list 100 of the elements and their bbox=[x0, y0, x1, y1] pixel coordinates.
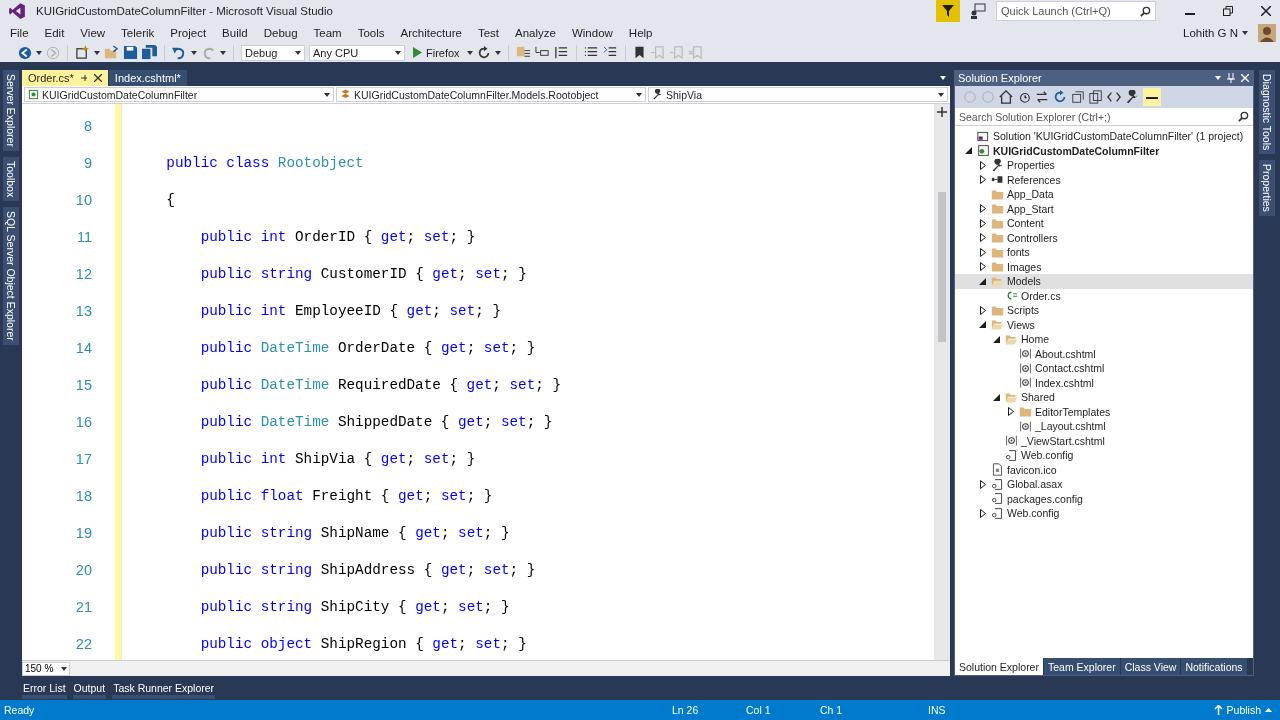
panel-tab[interactable]: Solution Explorer bbox=[955, 658, 1043, 675]
tree-item[interactable]: KUIGridCustomDateColumnFilter bbox=[955, 143, 1253, 158]
panel-tab[interactable]: Team Explorer bbox=[1043, 658, 1120, 675]
navigation-dropdown[interactable]: ShipVia bbox=[648, 87, 948, 102]
menu-item[interactable]: Project bbox=[162, 26, 215, 39]
scrollbar[interactable] bbox=[934, 104, 950, 660]
tree-item[interactable]: Images bbox=[955, 259, 1253, 274]
tree-item[interactable]: Web.config bbox=[955, 506, 1253, 521]
menu-item[interactable]: Help bbox=[620, 26, 661, 39]
close-icon[interactable] bbox=[93, 74, 102, 82]
expanded-arrow-icon[interactable] bbox=[993, 393, 1000, 401]
tree-item[interactable]: References bbox=[955, 172, 1253, 187]
find-in-files-icon[interactable] bbox=[515, 45, 531, 60]
tree-item[interactable]: _Layout.cshtml bbox=[955, 419, 1253, 434]
quick-launch-box[interactable]: Quick Launch (Ctrl+Q) bbox=[996, 1, 1156, 21]
avatar-icon[interactable] bbox=[1258, 23, 1276, 42]
collapsed-arrow-icon[interactable] bbox=[1007, 407, 1014, 417]
search-icon[interactable] bbox=[1140, 5, 1151, 17]
feedback-icon[interactable] bbox=[970, 3, 986, 19]
expanded-arrow-icon[interactable] bbox=[979, 277, 986, 285]
document-tab[interactable]: Index.cshtml* bbox=[108, 70, 187, 86]
menu-item[interactable]: Telerik bbox=[113, 26, 163, 39]
collapse-all-icon[interactable] bbox=[1071, 90, 1085, 104]
show-all-files-icon[interactable] bbox=[1089, 90, 1103, 104]
caret-icon[interactable] bbox=[1215, 76, 1221, 80]
menu-item[interactable]: Team bbox=[305, 26, 350, 39]
home-icon[interactable] bbox=[999, 90, 1013, 104]
expanded-arrow-icon[interactable] bbox=[993, 335, 1000, 343]
menu-item[interactable]: Tools bbox=[349, 26, 393, 39]
sync-icon[interactable] bbox=[1035, 90, 1049, 104]
side-tab[interactable]: Properties bbox=[1259, 160, 1275, 217]
tree-item[interactable]: Content bbox=[955, 216, 1253, 231]
split-icon[interactable] bbox=[937, 107, 947, 117]
platform-dropdown[interactable]: Any CPU bbox=[309, 44, 405, 61]
publish-button[interactable]: Publish bbox=[1213, 704, 1272, 716]
caret-icon[interactable] bbox=[940, 76, 946, 80]
tree-item[interactable]: EditorTemplates bbox=[955, 404, 1253, 419]
tree-item[interactable]: Global.asax bbox=[955, 477, 1253, 492]
tree-item[interactable]: _ViewStart.cshtml bbox=[955, 433, 1253, 448]
menu-item[interactable]: Analyze bbox=[507, 26, 564, 39]
zoom-dropdown[interactable]: 150 % bbox=[22, 661, 70, 676]
side-tab[interactable]: Server Explorer bbox=[3, 70, 19, 151]
tree-item[interactable]: Models bbox=[955, 274, 1253, 289]
menu-item[interactable]: View bbox=[72, 26, 114, 39]
tree-item[interactable]: App_Start bbox=[955, 201, 1253, 216]
expanded-arrow-icon[interactable] bbox=[965, 147, 972, 155]
tree-item[interactable]: Solution 'KUIGridCustomDateColumnFilter' (1 project) bbox=[955, 129, 1253, 144]
collapsed-arrow-icon[interactable] bbox=[979, 218, 986, 228]
tree-item[interactable]: Scripts bbox=[955, 303, 1253, 318]
collapsed-arrow-icon[interactable] bbox=[979, 204, 986, 214]
scrollbar-thumb[interactable] bbox=[938, 192, 946, 342]
menu-item[interactable]: File bbox=[2, 26, 37, 39]
document-tab[interactable]: Order.cs* bbox=[22, 70, 108, 86]
tree-item[interactable]: Order.cs bbox=[955, 288, 1253, 303]
menu-item[interactable]: Window bbox=[563, 26, 621, 39]
bookmark-icon[interactable] bbox=[632, 45, 646, 60]
collapsed-arrow-icon[interactable] bbox=[979, 160, 986, 170]
expanded-arrow-icon[interactable] bbox=[979, 321, 986, 329]
close-icon[interactable] bbox=[1261, 6, 1271, 16]
navigation-dropdown[interactable]: KUIGridCustomDateColumnFilter bbox=[24, 87, 334, 102]
tree-item[interactable]: fonts bbox=[955, 245, 1253, 260]
new-project-icon[interactable] bbox=[75, 45, 90, 60]
collapsed-arrow-icon[interactable] bbox=[979, 305, 986, 315]
tree-item[interactable]: Contact.cshtml bbox=[955, 361, 1253, 376]
menu-item[interactable]: Test bbox=[469, 26, 507, 39]
restore-icon[interactable] bbox=[1223, 6, 1233, 16]
side-tab[interactable]: SQL Server Object Explorer bbox=[3, 207, 19, 345]
collapsed-arrow-icon[interactable] bbox=[979, 247, 986, 257]
back-icon[interactable] bbox=[18, 45, 32, 60]
menu-item[interactable]: Architecture bbox=[392, 26, 470, 39]
collapsed-arrow-icon[interactable] bbox=[979, 233, 986, 243]
configuration-dropdown[interactable]: Debug bbox=[241, 44, 305, 61]
tree-item[interactable]: App_Data bbox=[955, 187, 1253, 202]
menu-item[interactable]: Edit bbox=[36, 26, 73, 39]
navigation-dropdown[interactable]: KUIGridCustomDateColumnFilter.Models.Rootobject bbox=[336, 87, 646, 102]
code-icon[interactable] bbox=[1107, 90, 1121, 104]
collapsed-arrow-icon[interactable] bbox=[979, 262, 986, 272]
panel-tab[interactable]: Notifications bbox=[1181, 658, 1247, 675]
search-icon[interactable] bbox=[1238, 111, 1249, 122]
wrench-icon[interactable] bbox=[1125, 90, 1139, 104]
save-icon[interactable] bbox=[123, 45, 138, 60]
tree-item[interactable]: Home bbox=[955, 332, 1253, 347]
tree-item[interactable]: Shared bbox=[955, 390, 1253, 405]
side-tab[interactable]: Diagnostic Tools bbox=[1259, 70, 1275, 155]
tree-item[interactable]: Web.config bbox=[955, 448, 1253, 463]
menu-item[interactable]: Debug bbox=[255, 26, 306, 39]
search-box[interactable]: Search Solution Explorer (Ctrl+;) bbox=[955, 108, 1253, 126]
tree-item[interactable]: Properties bbox=[955, 158, 1253, 173]
collapsed-arrow-icon[interactable] bbox=[979, 175, 986, 185]
filter-button[interactable] bbox=[936, 0, 960, 22]
collapsed-arrow-icon[interactable] bbox=[979, 479, 986, 489]
outdent-icon[interactable] bbox=[553, 45, 569, 60]
history-icon[interactable] bbox=[1017, 90, 1031, 104]
open-folder-icon[interactable] bbox=[104, 45, 119, 60]
tree-item[interactable]: Index.cshtml bbox=[955, 375, 1253, 390]
pin-icon[interactable] bbox=[79, 73, 88, 83]
panel-tab[interactable]: Class View bbox=[1120, 658, 1181, 675]
menu-item[interactable]: Build bbox=[214, 26, 256, 39]
undo-icon[interactable] bbox=[172, 45, 187, 60]
tree-item[interactable]: Controllers bbox=[955, 230, 1253, 245]
